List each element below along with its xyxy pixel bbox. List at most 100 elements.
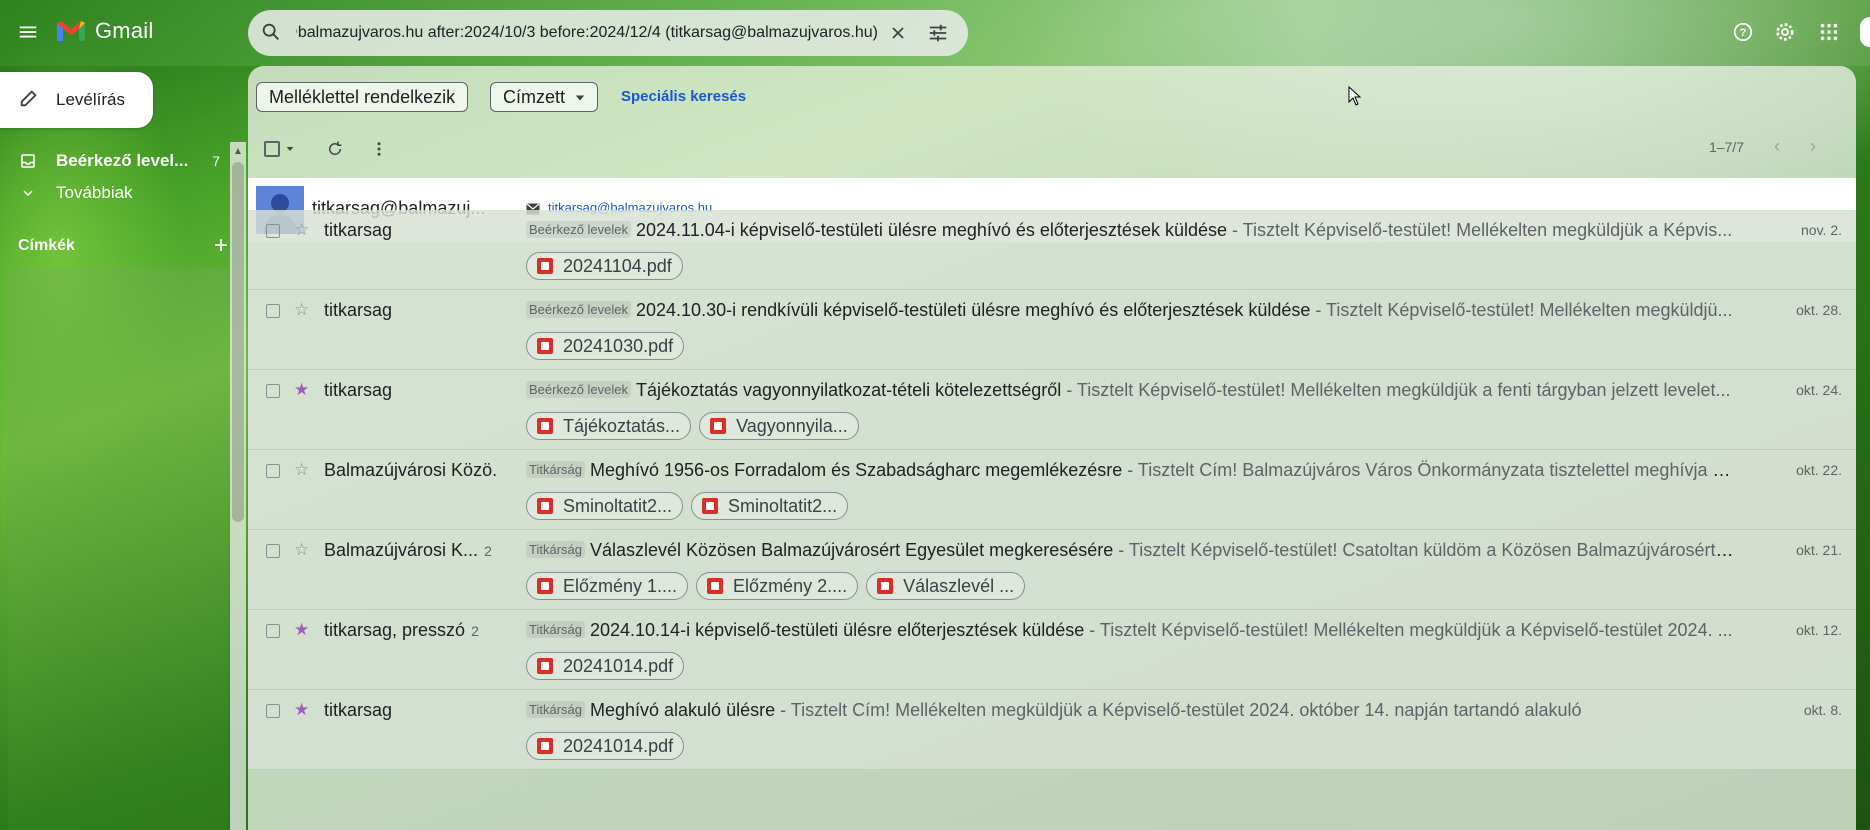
label-badge[interactable]: Beérkező levelek xyxy=(526,221,631,238)
sidebar-item-more[interactable]: Továbbiak xyxy=(0,177,230,209)
email-summary[interactable]: Beérkező levelek 2024.11.04-i képviselő-t… xyxy=(526,220,1736,241)
caret-down-icon[interactable] xyxy=(286,140,294,158)
gmail-logo[interactable]: Gmail xyxy=(55,18,153,44)
email-summary[interactable]: Beérkező levelek 2024.10.30-i rendkívüli … xyxy=(526,300,1736,321)
compose-button[interactable]: Levélírás xyxy=(0,72,153,128)
tune-icon[interactable] xyxy=(918,13,958,53)
more-vert-icon[interactable] xyxy=(370,140,388,158)
email-subject: Válaszlevél Közösen Balmazújvárosért Egy… xyxy=(589,540,1114,560)
attachment-list: Előzmény 1.... Előzmény 2.... Válaszlevél … xyxy=(526,572,1026,600)
row-checkbox[interactable] xyxy=(266,464,280,478)
help-icon[interactable]: ? xyxy=(1728,17,1758,47)
advanced-search-link[interactable]: Speciális keresés xyxy=(621,88,746,105)
attachment-chip[interactable]: 20241030.pdf xyxy=(526,332,685,360)
attachment-chip[interactable]: Sminoltatit2... xyxy=(691,492,849,520)
row-checkbox[interactable] xyxy=(266,704,280,718)
search-icon[interactable] xyxy=(260,21,284,45)
add-label-button[interactable]: + xyxy=(214,234,228,258)
attachment-chip[interactable]: Előzmény 2.... xyxy=(696,572,859,600)
app-name: Gmail xyxy=(95,18,154,43)
star-icon[interactable]: ☆ xyxy=(294,300,309,320)
attachment-list: 20241014.pdf xyxy=(526,652,685,680)
attachment-chip[interactable]: Válaszlevél ... xyxy=(866,572,1026,600)
scrollbar-thumb[interactable] xyxy=(232,162,244,522)
attachment-list: Tájékoztatás... Vagyonnyila... xyxy=(526,412,859,440)
email-summary[interactable]: Titkárság Meghívó alakuló ülésre - Tiszte… xyxy=(526,700,1736,721)
email-summary[interactable]: Titkárság Meghívó 1956-os Forradalom és S… xyxy=(526,460,1736,481)
email-summary[interactable]: Beérkező levelek Tájékoztatás vagyonnyila… xyxy=(526,380,1736,401)
email-row[interactable]: ★ titkarsag Titkárság Meghívó alakuló ülésr… xyxy=(248,690,1856,770)
menu-icon[interactable] xyxy=(12,16,44,48)
chevron-down-icon xyxy=(0,185,56,201)
settings-icon[interactable] xyxy=(1770,17,1800,47)
star-icon[interactable]: ★ xyxy=(294,380,309,400)
email-snippet: - Tisztelt Képviselő-testület! Csatoltan… xyxy=(1113,540,1736,560)
close-icon[interactable] xyxy=(878,13,918,53)
email-summary[interactable]: Titkárság Válaszlevél Közösen Balmazújvár… xyxy=(526,540,1736,561)
sidebar-scrollbar[interactable]: ▲ xyxy=(230,142,246,830)
avatar[interactable] xyxy=(1860,17,1870,47)
chevron-right-icon[interactable]: › xyxy=(1810,136,1816,157)
email-row[interactable]: ☆ titkarsag Beérkező levelek 2024.11.04-i k… xyxy=(248,210,1856,290)
star-icon[interactable]: ☆ xyxy=(294,540,309,560)
labels-heading: Címkék xyxy=(18,237,75,254)
attachment-chip[interactable]: Előzmény 1.... xyxy=(526,572,689,600)
email-row[interactable]: ☆ Balmazújvárosi Közö. Titkárság Meghívó 19… xyxy=(248,450,1856,530)
pdf-icon xyxy=(537,338,553,354)
caret-down-icon xyxy=(575,87,585,108)
sidebar-item-inbox[interactable]: Beérkező level... 7 xyxy=(0,145,230,177)
sender-name: titkarsag xyxy=(324,700,393,720)
email-snippet: - Tisztelt Képviselő-testület! Mellékelt… xyxy=(1227,220,1733,240)
attachment-chip[interactable]: Tájékoztatás... xyxy=(526,412,692,440)
select-all[interactable] xyxy=(264,140,294,158)
email-summary[interactable]: Titkárság 2024.10.14-i képviselő-testület… xyxy=(526,620,1736,641)
email-row[interactable]: ☆ Balmazújvárosi K... 2 Titkárság Válaszlevé… xyxy=(248,530,1856,610)
search-bar[interactable] xyxy=(248,10,968,56)
filter-has-attachment[interactable]: Melléklettel rendelkezik xyxy=(256,82,469,112)
pdf-icon xyxy=(537,258,553,274)
search-input[interactable] xyxy=(296,24,878,42)
pdf-icon xyxy=(710,418,727,434)
attachment-name: Vagyonnyila... xyxy=(736,415,848,436)
email-date: okt. 22. xyxy=(1796,462,1842,478)
star-icon[interactable]: ☆ xyxy=(294,460,309,480)
attachment-chip[interactable]: 20241014.pdf xyxy=(526,732,685,760)
email-row[interactable]: ★ titkarsag, presszó 2 Titkárság 2024.10.14-… xyxy=(248,610,1856,690)
pdf-icon xyxy=(707,578,724,594)
label-badge[interactable]: Titkárság xyxy=(526,541,585,558)
label-badge[interactable]: Beérkező levelek xyxy=(526,381,631,398)
email-subject: 2024.10.30-i rendkívüli képviselő-testül… xyxy=(636,300,1311,320)
refresh-icon[interactable] xyxy=(326,140,344,158)
label-badge[interactable]: Titkárság xyxy=(526,701,585,718)
star-icon[interactable]: ★ xyxy=(294,620,309,640)
label-badge[interactable]: Beérkező levelek xyxy=(526,301,631,318)
chevron-left-icon[interactable]: ‹ xyxy=(1774,136,1780,157)
label-badge[interactable]: Titkárság xyxy=(526,621,585,638)
attachment-list: Sminoltatit2... Sminoltatit2... xyxy=(526,492,849,520)
attachment-chip[interactable]: Vagyonnyila... xyxy=(699,412,859,440)
attachment-name: Válaszlevél ... xyxy=(903,575,1015,596)
row-checkbox[interactable] xyxy=(266,304,280,318)
row-checkbox[interactable] xyxy=(266,544,280,558)
email-row[interactable]: ☆ titkarsag Beérkező levelek 2024.10.30-i r… xyxy=(248,290,1856,370)
email-row[interactable]: ★ titkarsag Beérkező levelek Tájékoztatás v… xyxy=(248,370,1856,450)
label-badge[interactable]: Titkárság xyxy=(526,461,585,478)
attachment-list: 20241104.pdf xyxy=(526,252,683,280)
select-all-checkbox[interactable] xyxy=(264,141,280,157)
row-checkbox[interactable] xyxy=(266,224,280,238)
attachment-name: 20241014.pdf xyxy=(563,735,674,756)
email-subject: Meghívó 1956-os Forradalom és Szabadságh… xyxy=(589,460,1123,480)
attachment-chip[interactable]: 20241014.pdf xyxy=(526,652,685,680)
star-icon[interactable]: ☆ xyxy=(294,220,309,240)
row-checkbox[interactable] xyxy=(266,384,280,398)
email-snippet: - Tisztelt Képviselő-testület! Mellékelt… xyxy=(1084,620,1733,640)
email-snippet: - Tisztelt Képviselő-testület! Mellékelt… xyxy=(1061,380,1731,400)
attachment-name: 20241030.pdf xyxy=(563,335,674,356)
attachment-chip[interactable]: 20241104.pdf xyxy=(526,252,683,280)
row-checkbox[interactable] xyxy=(266,624,280,638)
filter-to[interactable]: Címzett xyxy=(490,82,599,112)
apps-icon[interactable] xyxy=(1814,17,1844,47)
star-icon[interactable]: ★ xyxy=(294,700,309,720)
scroll-up-icon[interactable]: ▲ xyxy=(233,146,243,157)
attachment-chip[interactable]: Sminoltatit2... xyxy=(526,492,684,520)
